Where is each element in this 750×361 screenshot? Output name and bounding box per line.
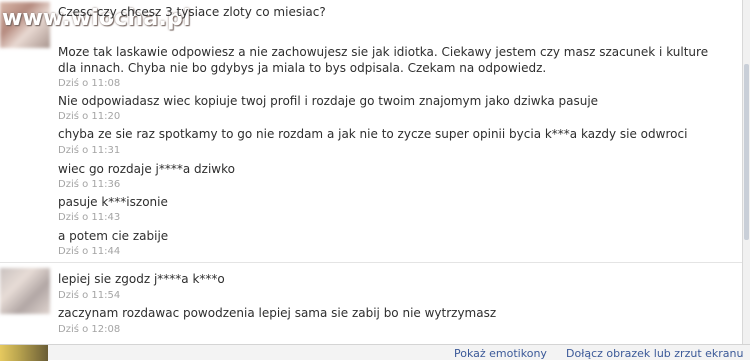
message-text: a potem cie zabije — [58, 229, 169, 243]
message-timestamp: Dziś o 11:54 — [58, 290, 121, 301]
message-timestamp: Dziś o 11:44 — [58, 246, 121, 257]
attach-image-link[interactable]: Dołącz obrazek lub zrzut ekranu — [566, 347, 743, 360]
scrollbar-thumb[interactable] — [744, 64, 749, 240]
message-text: Nie odpowiadasz wiec kopiuje twoj profil… — [58, 94, 599, 108]
message-text: Czesc czy chcesz 3 tysiace zloty co mies… — [58, 5, 326, 19]
message-timestamp: Dziś o 12:08 — [58, 324, 121, 335]
message-timestamp: Dziś o 11:43 — [58, 212, 121, 223]
message-text: lepiej sie zgodz j****a k***o — [58, 272, 225, 286]
show-emoticons-link[interactable]: Pokaż emotikony — [454, 347, 547, 360]
message-text: Moze tak laskawie odpowiesz a nie zachow… — [58, 45, 709, 75]
sender-avatar[interactable] — [0, 268, 50, 314]
message-timestamp: Dziś o 11:20 — [58, 111, 121, 122]
own-avatar — [0, 345, 48, 361]
message-text: pasuje k***iszonie — [58, 195, 168, 209]
message-text: zaczynam rozdawac powodzenia lepiej sama… — [58, 306, 497, 320]
message-text: wiec go rozdaje j****a dziwko — [58, 162, 235, 176]
message-text: chyba ze sie raz spotkamy to go nie rozd… — [58, 127, 688, 141]
chat-scrollbar[interactable] — [742, 0, 750, 344]
chat-log: www.wiocha.pl Czesc czy chcesz 3 tysiace… — [0, 0, 742, 344]
message-timestamp: Dziś o 11:31 — [58, 145, 121, 156]
message-timestamp: Dziś o 11:08 — [58, 78, 121, 89]
message-group-divider — [0, 262, 742, 263]
message-timestamp: Dziś o 11:36 — [58, 179, 121, 190]
composer-footer: Pokaż emotikony Dołącz obrazek lub zrzut… — [0, 344, 750, 361]
